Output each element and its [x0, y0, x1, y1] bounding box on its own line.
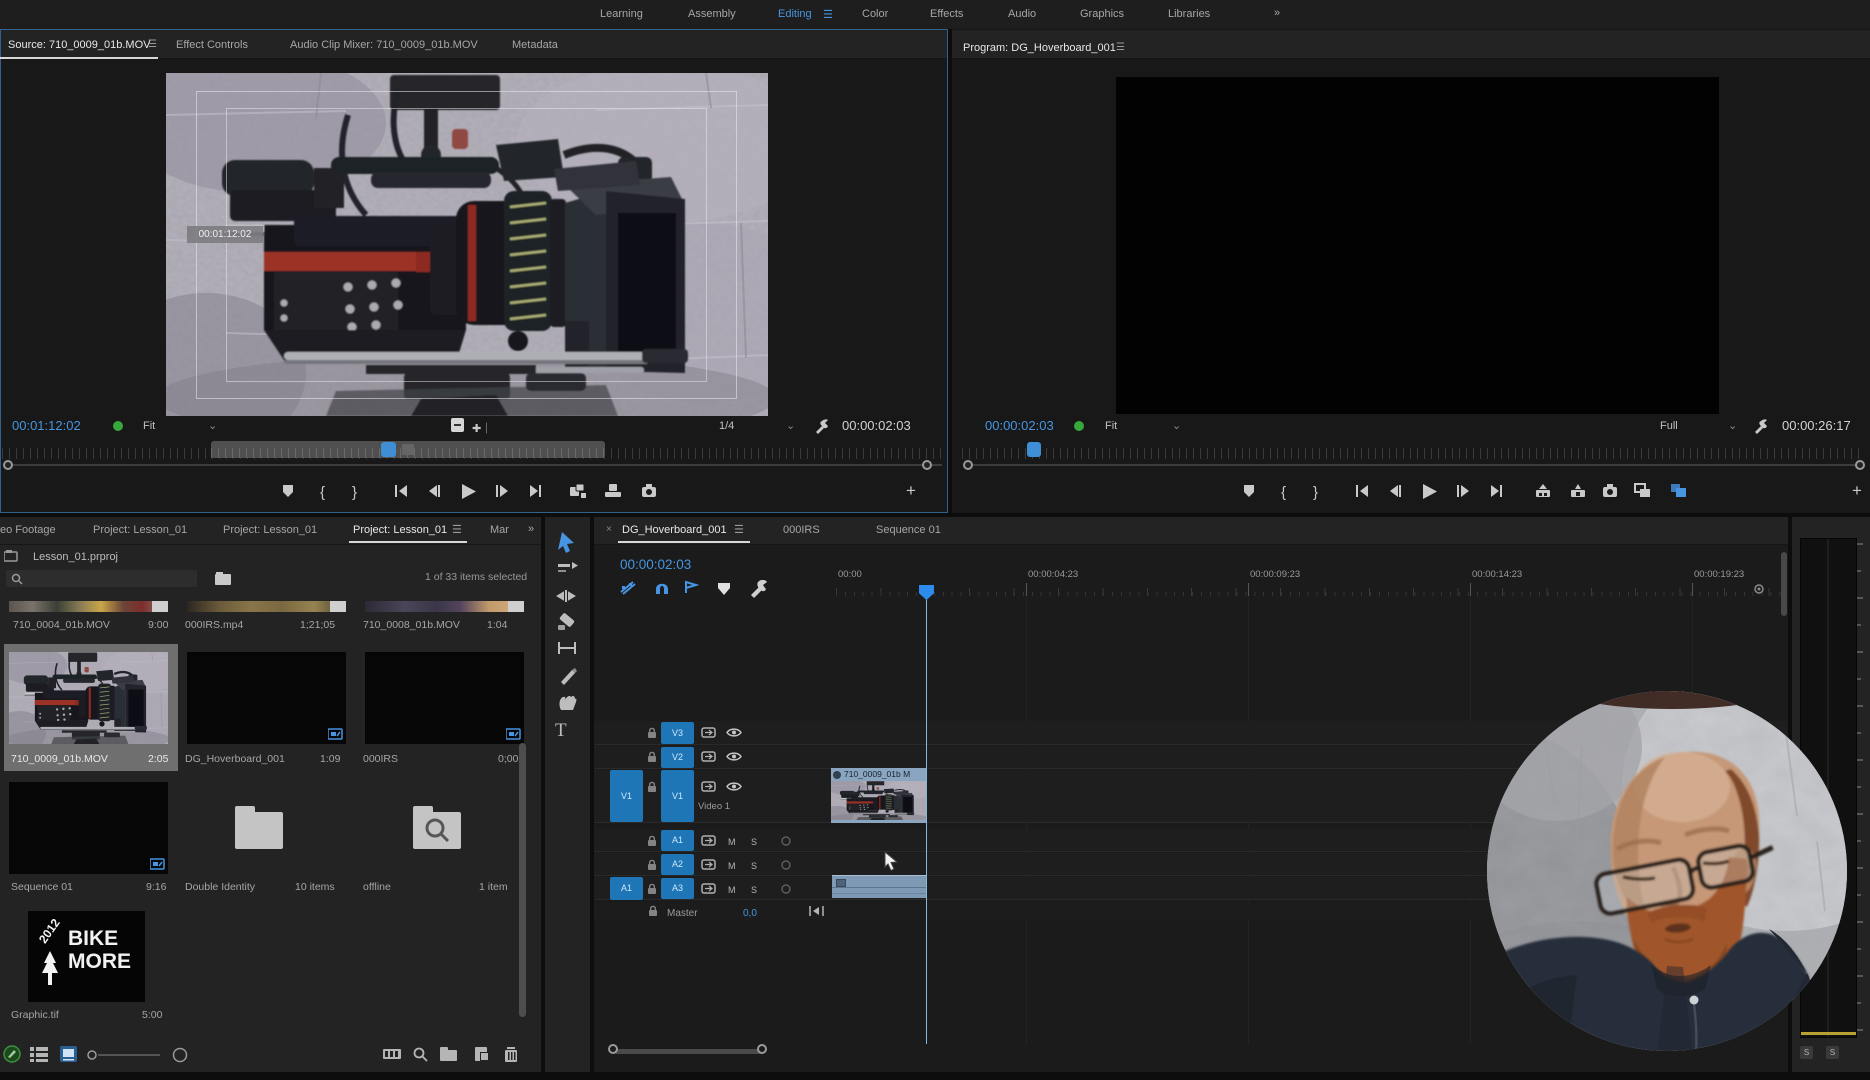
svg-text:{: {: [320, 484, 325, 501]
svg-text:M: M: [728, 885, 736, 895]
svg-text:S: S: [751, 885, 757, 895]
svg-text:S: S: [751, 837, 757, 847]
svg-text:T: T: [555, 720, 567, 741]
svg-text:}: }: [352, 484, 357, 501]
svg-text:Master: Master: [667, 908, 698, 919]
svg-text:M: M: [728, 861, 736, 871]
svg-text:{: {: [1281, 484, 1286, 501]
svg-text:0,0: 0,0: [743, 908, 757, 919]
svg-text:}: }: [1313, 484, 1318, 501]
svg-text:M: M: [728, 837, 736, 847]
svg-text:S: S: [751, 861, 757, 871]
